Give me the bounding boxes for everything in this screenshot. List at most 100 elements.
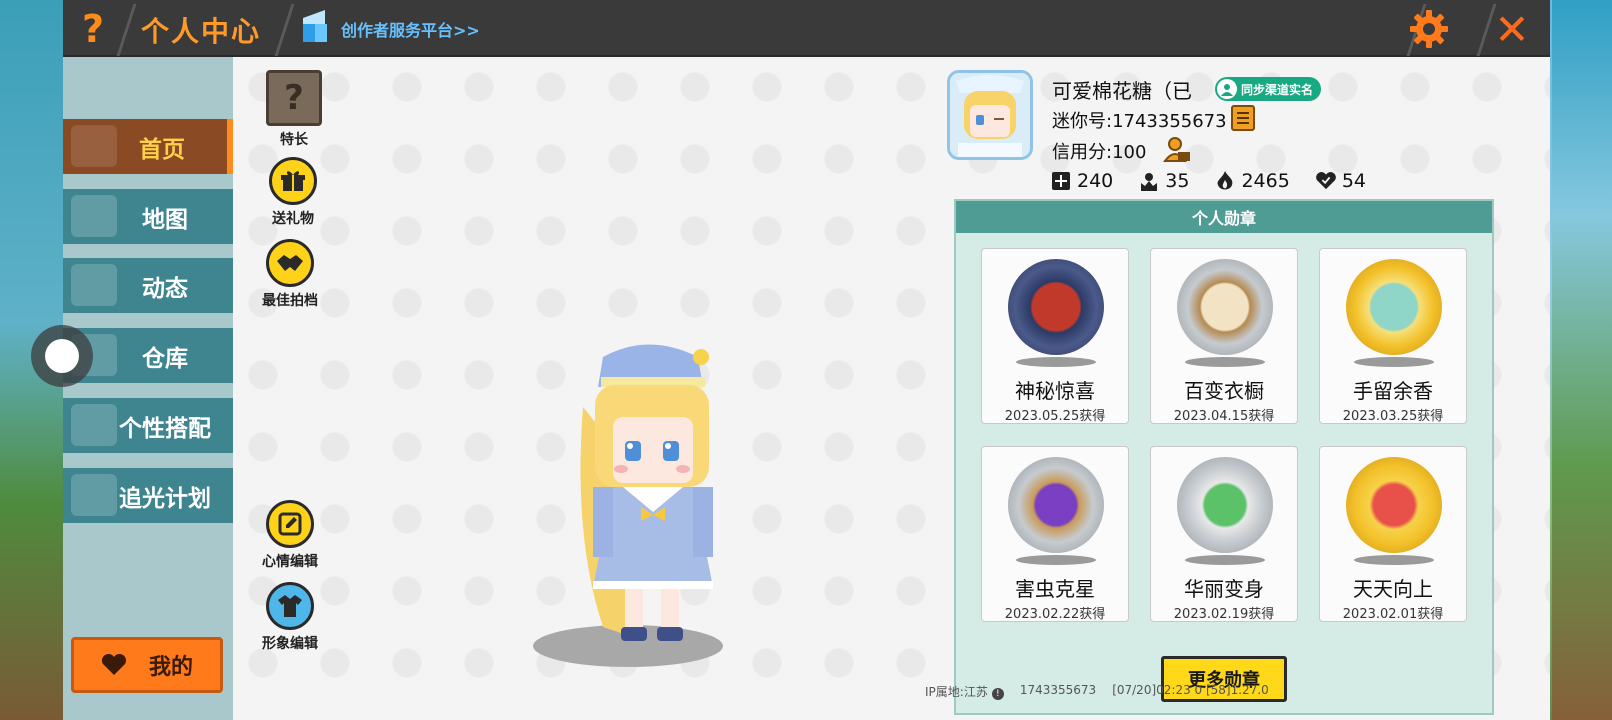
credit-score: 信用分:100 — [1052, 142, 1147, 163]
medal-date: 2023.02.22获得 — [1004, 607, 1106, 622]
mine-button[interactable]: 我的 — [71, 637, 223, 693]
medal-name: 华丽变身 — [1184, 577, 1264, 601]
copy-icon — [1237, 112, 1249, 124]
sidebar-item-label: 首页 — [139, 136, 185, 163]
medal-card[interactable]: 手留余香 2023.03.25获得 — [1319, 248, 1467, 424]
stats-row: 240 35 2465 54 — [1051, 170, 1392, 192]
heart-icon — [1315, 171, 1336, 191]
gift-icon — [269, 157, 317, 205]
medal-card[interactable]: 天天向上 2023.02.01获得 — [1319, 446, 1467, 622]
wardrobe-medal-icon — [1177, 259, 1273, 355]
page-title: 个人中心 — [141, 15, 262, 48]
verify-badge-label: 同步渠道实名 — [1241, 82, 1314, 97]
medal-card[interactable]: 害虫克星 2023.02.22获得 — [981, 446, 1129, 622]
main-content: ? 特长 送礼物 最佳拍档 心情编辑 形象编辑 可爱棉花糖（已 同步渠道实名 迷… — [233, 57, 1550, 720]
info-icon[interactable]: ! — [991, 688, 1004, 700]
friends-stat[interactable]: 240 — [1051, 170, 1113, 192]
build-info: [07/20]02:23 0 [58]1.27.0 — [1112, 683, 1269, 697]
gift-label: 送礼物 — [272, 211, 314, 227]
fans-icon — [1139, 171, 1159, 191]
heat-stat[interactable]: 2465 — [1215, 170, 1290, 192]
medals-panel: 个人勋章 神秘惊喜 2023.05.25获得 百变衣橱 2023.04.15获得… — [954, 199, 1494, 715]
medal-shadow — [1016, 555, 1096, 565]
send-gift-button[interactable]: 送礼物 — [269, 157, 317, 228]
medal-date: 2023.04.15获得 — [1173, 409, 1275, 424]
clothes-icon — [266, 582, 314, 630]
medal-card[interactable]: 华丽变身 2023.02.19获得 — [1150, 446, 1298, 622]
medal-date: 2023.02.19获得 — [1173, 607, 1275, 622]
creator-platform-label: 创作者服务平台>> — [341, 21, 480, 40]
heat-count: 2465 — [1241, 170, 1290, 192]
gear-icon — [1410, 10, 1448, 48]
ip-location: IP属地:江苏! — [925, 683, 1004, 700]
daily-progress-medal-icon — [1346, 457, 1442, 553]
profile-avatar[interactable] — [947, 70, 1033, 160]
sidebar-item-home[interactable]: 首页 — [63, 119, 233, 174]
sidebar-item-chase-light[interactable]: 追光计划 — [63, 468, 233, 523]
transform-medal-icon — [1177, 457, 1273, 553]
divider — [274, 4, 295, 56]
flame-icon — [1215, 171, 1235, 191]
likes-stat[interactable]: 54 — [1315, 170, 1366, 192]
help-button[interactable]: ? — [69, 6, 117, 52]
player-character[interactable] — [563, 337, 733, 677]
credit-info-button[interactable] — [1163, 135, 1191, 163]
medal-shadow — [1185, 357, 1265, 367]
medal-name: 神秘惊喜 — [1015, 379, 1095, 403]
image-edit-button[interactable]: 形象编辑 — [262, 582, 318, 653]
user-verified-icon — [1217, 79, 1237, 99]
copy-id-button[interactable] — [1231, 105, 1255, 131]
medal-date: 2023.05.25获得 — [1004, 409, 1106, 424]
mystery-medal-icon — [1008, 259, 1104, 355]
user-card-icon — [1163, 137, 1190, 162]
sidebar-item-activity[interactable]: 动态 — [63, 258, 233, 313]
sidebar-item-label: 追光计划 — [119, 485, 211, 512]
plus-box-icon — [1051, 171, 1071, 191]
creator-platform-link[interactable]: 创作者服务平台>> — [299, 9, 480, 46]
game-background-right — [1552, 0, 1612, 720]
sidebar: 首页 地图 动态 仓库 个性搭配 追光计划 我的 — [63, 57, 233, 720]
sidebar-item-outfit[interactable]: 个性搭配 — [63, 398, 233, 453]
likes-count: 54 — [1341, 170, 1366, 192]
sidebar-item-map[interactable]: 地图 — [63, 189, 233, 244]
mine-label: 我的 — [148, 655, 193, 680]
mood-edit-label: 心情编辑 — [262, 554, 318, 570]
followers-count: 35 — [1165, 170, 1190, 192]
heart-icon — [101, 654, 126, 675]
settings-button[interactable] — [1403, 6, 1455, 52]
footer-uid: 1743355673 — [1019, 683, 1097, 697]
question-block-icon: ? — [266, 70, 322, 126]
image-edit-label: 形象编辑 — [262, 636, 318, 652]
followers-stat[interactable]: 35 — [1139, 170, 1189, 192]
medal-card[interactable]: 百变衣橱 2023.04.15获得 — [1150, 248, 1298, 424]
mini-id: 迷你号:1743355673 — [1052, 111, 1227, 132]
floating-assist-button[interactable] — [31, 325, 93, 387]
medal-shadow — [1354, 555, 1434, 565]
best-partner-button[interactable]: 最佳拍档 — [262, 239, 318, 310]
mood-edit-button[interactable]: 心情编辑 — [262, 500, 318, 571]
talent-label: 特长 — [280, 132, 308, 148]
partner-label: 最佳拍档 — [262, 293, 318, 309]
handshake-icon — [266, 239, 314, 287]
close-icon: ✕ — [1494, 4, 1530, 54]
footer-info: IP属地:江苏! 1743355673 [07/20]02:23 0 [58]1… — [925, 683, 1269, 700]
medal-date: 2023.03.25获得 — [1342, 409, 1444, 424]
medal-name: 百变衣橱 — [1184, 379, 1264, 403]
sidebar-item-label: 个性搭配 — [119, 415, 211, 442]
sidebar-item-label: 动态 — [142, 275, 188, 302]
real-name-verify-badge[interactable]: 同步渠道实名 — [1215, 77, 1322, 101]
medal-card[interactable]: 神秘惊喜 2023.05.25获得 — [981, 248, 1129, 424]
sidebar-item-label: 地图 — [142, 206, 188, 233]
medal-name: 天天向上 — [1353, 577, 1433, 601]
friends-count: 240 — [1077, 170, 1114, 192]
pest-killer-medal-icon — [1008, 457, 1104, 553]
avatar-portrait — [950, 73, 1030, 157]
cube-icon — [299, 9, 331, 46]
close-button[interactable]: ✕ — [1484, 4, 1540, 54]
medal-name: 害虫克星 — [1015, 577, 1095, 601]
talent-button[interactable]: ? 特长 — [266, 70, 322, 149]
question-icon: ? — [81, 7, 105, 51]
medal-shadow — [1354, 357, 1434, 367]
medal-date: 2023.02.01获得 — [1342, 607, 1444, 622]
nickname: 可爱棉花糖（已 — [1052, 79, 1192, 103]
